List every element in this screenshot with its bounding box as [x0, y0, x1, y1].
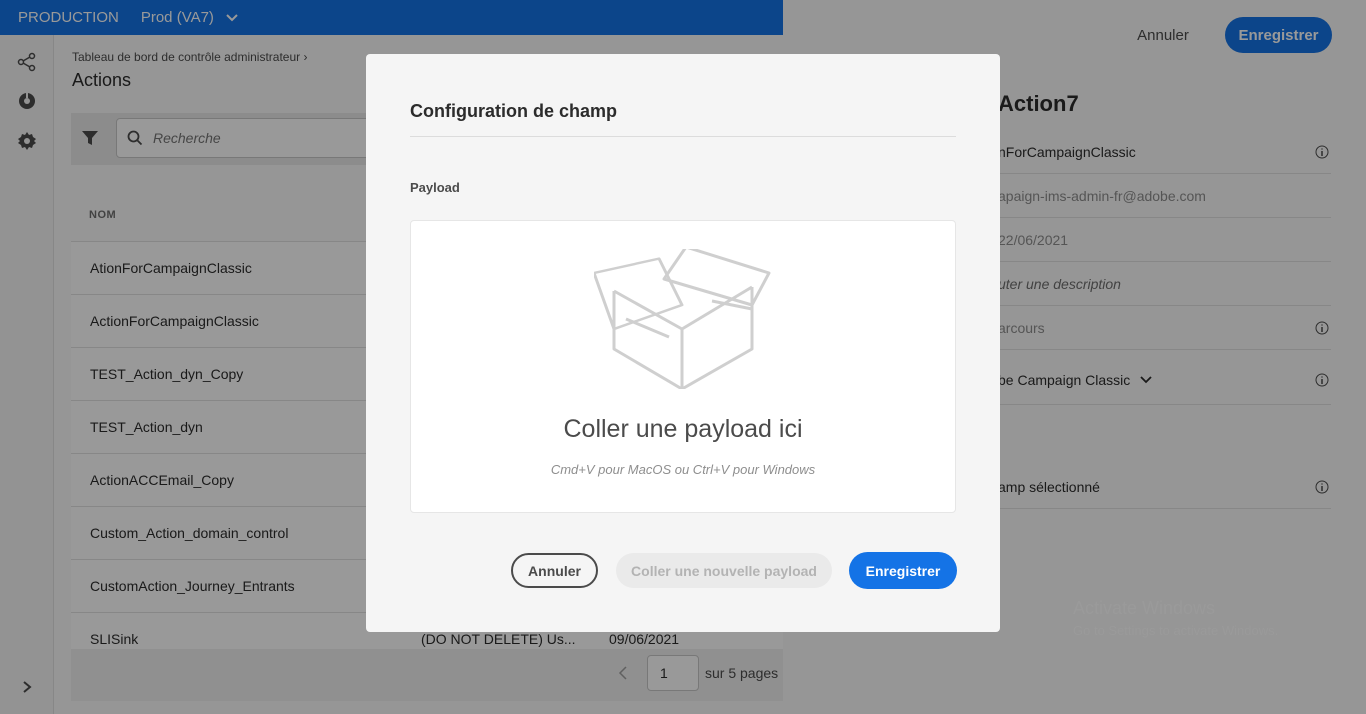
- dialog-cancel-button[interactable]: Annuler: [511, 553, 598, 588]
- paste-new-payload-button[interactable]: Coller une nouvelle payload: [616, 553, 832, 588]
- dialog-title: Configuration de champ: [410, 101, 617, 121]
- dropzone-hint: Cmd+V pour MacOS ou Ctrl+V pour Windows: [550, 462, 816, 477]
- payload-label: Payload: [410, 180, 460, 195]
- windows-watermark-title: Activate Windows: [1073, 598, 1216, 618]
- dialog-save-button[interactable]: Enregistrer: [849, 552, 957, 589]
- open-box-icon: [594, 249, 771, 389]
- payload-dropzone[interactable]: Coller une payload ici Cmd+V pour MacOS …: [410, 220, 956, 513]
- windows-watermark-subtitle: Go to Settings to activate Windows.: [1073, 623, 1279, 638]
- dialog-divider: [410, 136, 956, 137]
- field-configuration-dialog: Configuration de champ Payload Coller un…: [366, 54, 1000, 632]
- dropzone-title: Coller une payload ici: [563, 415, 803, 443]
